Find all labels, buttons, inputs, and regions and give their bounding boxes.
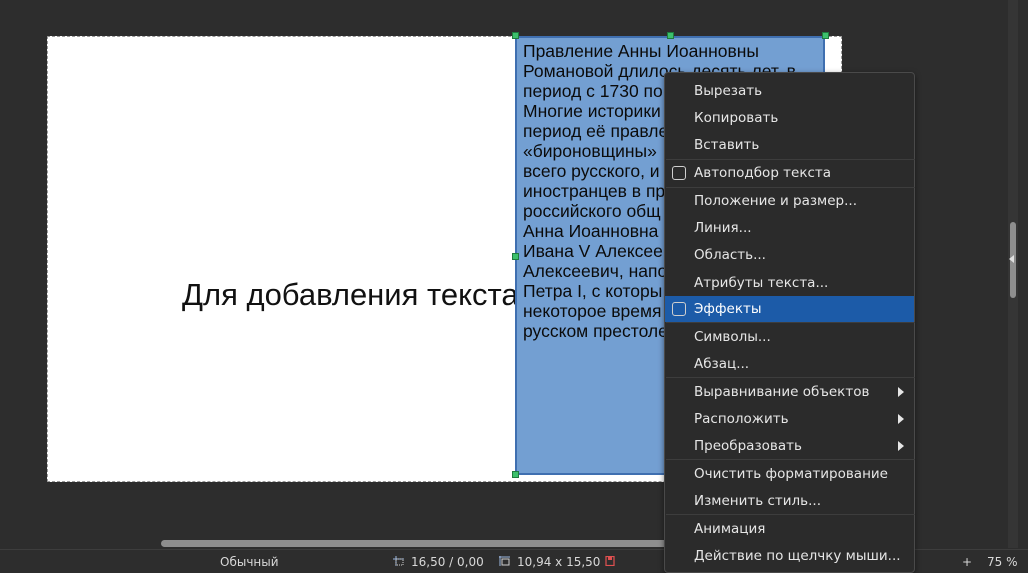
zoom-in-button[interactable]: + [962,555,972,569]
resize-handle-top[interactable] [667,32,674,39]
menu-item-effects[interactable]: Эффекты [665,296,914,322]
menu-item-label: Абзац... [694,356,750,372]
submenu-arrow-icon [898,414,904,424]
submenu-arrow-icon [898,441,904,451]
checkbox-icon [672,302,686,316]
resize-handle-top-left[interactable] [512,32,519,39]
menu-item-label: Вставить [694,137,760,153]
menu-item-label: Преобразовать [694,438,802,454]
menu-item-area[interactable]: Область... [665,242,914,268]
vertical-scrollbar[interactable] [1008,0,1018,548]
menu-item-label: Эффекты [694,301,762,317]
menu-item-interaction[interactable]: Действие по щелчку мыши... [665,543,914,569]
zoom-level[interactable]: 75 % [987,555,1018,569]
menu-item-paste[interactable]: Вставить [665,132,914,158]
size-icon [499,556,510,566]
menu-item-label: Анимация [694,521,766,537]
menu-item-label: Расположить [694,411,789,427]
menu-item-clear-formatting[interactable]: Очистить форматирование [665,461,914,487]
menu-item-label: Очистить форматирование [694,466,888,482]
position-readout: 16,50 / 0,00 [411,555,484,569]
text-line: Правление Анны Иоанновны [523,41,760,61]
menu-item-convert[interactable]: Преобразовать [665,433,914,459]
menu-separator [666,322,915,323]
checkbox-icon [672,166,686,180]
menu-item-line[interactable]: Линия... [665,215,914,241]
menu-separator [666,514,915,515]
position-icon [393,556,404,566]
context-menu: Вырезать Копировать Вставить Автоподбор … [664,72,915,573]
menu-item-copy[interactable]: Копировать [665,105,914,131]
menu-item-label: Изменить стиль... [694,493,821,509]
menu-separator [666,459,915,460]
menu-item-label: Копировать [694,110,779,126]
menu-item-autofit-text[interactable]: Автоподбор текста [665,160,914,186]
menu-item-label: Действие по щелчку мыши... [694,548,901,564]
menu-item-label: Атрибуты текста... [694,275,829,291]
resize-handle-left[interactable] [512,253,519,260]
menu-item-label: Положение и размер... [694,193,857,209]
menu-item-label: Выравнивание объектов [694,384,870,400]
menu-item-arrange[interactable]: Расположить [665,406,914,432]
submenu-arrow-icon [898,387,904,397]
resize-handle-top-right[interactable] [822,32,829,39]
menu-item-text-attributes[interactable]: Атрибуты текста... [665,270,914,296]
menu-item-paragraph[interactable]: Абзац... [665,351,914,377]
horizontal-scrollbar[interactable] [161,540,671,547]
menu-item-position-size[interactable]: Положение и размер... [665,188,914,214]
menu-separator [666,377,915,378]
resize-handle-bottom-left[interactable] [512,471,519,478]
save-status-icon[interactable] [605,556,616,566]
menu-item-label: Область... [694,247,766,263]
menu-item-label: Автоподбор текста [694,165,832,181]
menu-item-label: Линия... [694,220,752,236]
size-readout: 10,94 x 15,50 [517,555,601,569]
menu-item-animation[interactable]: Анимация [665,516,914,542]
menu-item-cut[interactable]: Вырезать [665,78,914,104]
sidebar-toggle-icon[interactable] [1009,255,1014,263]
title-placeholder[interactable]: Для добавления текста щ [182,277,553,313]
menu-item-align-objects[interactable]: Выравнивание объектов [665,379,914,405]
menu-item-edit-style[interactable]: Изменить стиль... [665,488,914,514]
layout-name: Обычный [220,555,279,569]
menu-item-label: Символы... [694,329,771,345]
menu-item-characters[interactable]: Символы... [665,324,914,350]
menu-item-label: Вырезать [694,83,763,99]
